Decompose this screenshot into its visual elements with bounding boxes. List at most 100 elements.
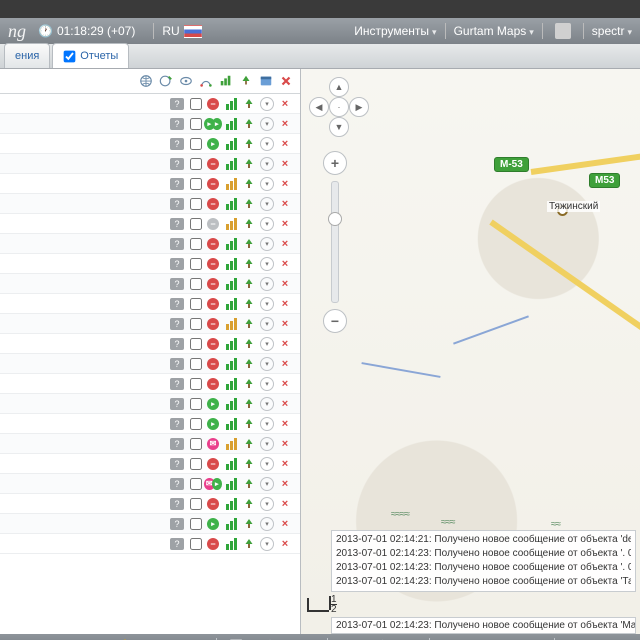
info-icon[interactable]: ? xyxy=(170,218,184,230)
unit-row[interactable]: ?× xyxy=(0,294,300,314)
col-bars-icon[interactable] xyxy=(218,73,234,89)
col-tree-icon[interactable] xyxy=(238,73,254,89)
delete-button[interactable]: × xyxy=(282,178,288,190)
unit-row[interactable]: ?× xyxy=(0,194,300,214)
delete-button[interactable]: × xyxy=(282,158,288,170)
info-icon[interactable]: ? xyxy=(170,478,184,490)
tab-messages[interactable]: ения xyxy=(4,43,50,68)
info-icon[interactable]: ? xyxy=(170,358,184,370)
unit-row[interactable]: ?× xyxy=(0,134,300,154)
unit-row[interactable]: ?× xyxy=(0,394,300,414)
row-checkbox[interactable] xyxy=(190,278,202,290)
toolbar-icon[interactable] xyxy=(555,23,571,39)
zoom-slider-thumb[interactable] xyxy=(328,212,342,226)
unit-row[interactable]: ?× xyxy=(0,254,300,274)
row-menu-button[interactable] xyxy=(260,437,274,451)
pan-up-button[interactable]: ▲ xyxy=(329,77,349,97)
delete-button[interactable]: × xyxy=(282,258,288,270)
col-globe2-icon[interactable] xyxy=(158,73,174,89)
info-icon[interactable]: ? xyxy=(170,138,184,150)
delete-button[interactable]: × xyxy=(282,138,288,150)
row-menu-button[interactable] xyxy=(260,417,274,431)
tab-reports[interactable]: Отчеты xyxy=(52,43,129,68)
info-icon[interactable]: ? xyxy=(170,378,184,390)
row-menu-button[interactable] xyxy=(260,157,274,171)
unit-row[interactable]: ?× xyxy=(0,154,300,174)
pan-right-button[interactable]: ▶ xyxy=(349,97,369,117)
pan-down-button[interactable]: ▼ xyxy=(329,117,349,137)
info-icon[interactable]: ? xyxy=(170,98,184,110)
unit-row[interactable]: ?× xyxy=(0,414,300,434)
row-checkbox[interactable] xyxy=(190,438,202,450)
delete-button[interactable]: × xyxy=(282,398,288,410)
row-checkbox[interactable] xyxy=(190,378,202,390)
unit-row[interactable]: ?× xyxy=(0,234,300,254)
info-icon[interactable]: ? xyxy=(170,318,184,330)
zoom-in-button[interactable]: + xyxy=(323,151,347,175)
unit-row[interactable]: ?× xyxy=(0,214,300,234)
delete-button[interactable]: × xyxy=(282,418,288,430)
delete-button[interactable]: × xyxy=(282,498,288,510)
info-icon[interactable]: ? xyxy=(170,178,184,190)
col-cal-icon[interactable] xyxy=(258,73,274,89)
unit-row[interactable]: ?× xyxy=(0,474,300,494)
info-icon[interactable]: ? xyxy=(170,158,184,170)
row-checkbox[interactable] xyxy=(190,298,202,310)
delete-button[interactable]: × xyxy=(282,118,288,130)
unit-row[interactable]: ?× xyxy=(0,274,300,294)
info-icon[interactable]: ? xyxy=(170,198,184,210)
row-menu-button[interactable] xyxy=(260,497,274,511)
row-menu-button[interactable] xyxy=(260,117,274,131)
info-icon[interactable]: ? xyxy=(170,458,184,470)
unit-row[interactable]: ?× xyxy=(0,174,300,194)
delete-button[interactable]: × xyxy=(282,338,288,350)
pan-left-button[interactable]: ◀ xyxy=(309,97,329,117)
unit-row[interactable]: ?× xyxy=(0,454,300,474)
delete-button[interactable]: × xyxy=(282,538,288,550)
row-menu-button[interactable] xyxy=(260,317,274,331)
row-checkbox[interactable] xyxy=(190,418,202,430)
info-icon[interactable]: ? xyxy=(170,118,184,130)
row-checkbox[interactable] xyxy=(190,398,202,410)
info-icon[interactable]: ? xyxy=(170,398,184,410)
row-menu-button[interactable] xyxy=(260,357,274,371)
row-checkbox[interactable] xyxy=(190,318,202,330)
unit-row[interactable]: ?× xyxy=(0,374,300,394)
info-icon[interactable]: ? xyxy=(170,538,184,550)
row-checkbox[interactable] xyxy=(190,98,202,110)
row-menu-button[interactable] xyxy=(260,377,274,391)
row-menu-button[interactable] xyxy=(260,337,274,351)
tab-reports-checkbox[interactable] xyxy=(64,50,76,62)
map-pane[interactable]: М-53 М53 Тяжинский ≈≈≈≈ ≈≈≈ ≈≈ ▲ ◀ · ▶ ▼ xyxy=(301,69,640,634)
unit-row[interactable]: ?× xyxy=(0,494,300,514)
unit-row[interactable]: ?× xyxy=(0,94,300,114)
user-menu[interactable]: spectr xyxy=(592,24,632,38)
row-menu-button[interactable] xyxy=(260,397,274,411)
row-menu-button[interactable] xyxy=(260,517,274,531)
pan-center-button[interactable]: · xyxy=(329,97,349,117)
row-menu-button[interactable] xyxy=(260,277,274,291)
units-grid-body[interactable]: ?×?×?×?×?×?×?×?×?×?×?×?×?×?×?×?×?×?×?×?×… xyxy=(0,94,300,634)
delete-button[interactable]: × xyxy=(282,278,288,290)
info-icon[interactable]: ? xyxy=(170,418,184,430)
unit-row[interactable]: ?× xyxy=(0,314,300,334)
row-menu-button[interactable] xyxy=(260,457,274,471)
row-menu-button[interactable] xyxy=(260,217,274,231)
delete-button[interactable]: × xyxy=(282,298,288,310)
info-icon[interactable]: ? xyxy=(170,238,184,250)
zoom-out-button[interactable]: − xyxy=(323,309,347,333)
row-menu-button[interactable] xyxy=(260,177,274,191)
delete-button[interactable]: × xyxy=(282,318,288,330)
tools-dropdown[interactable]: Инструменты xyxy=(354,24,436,38)
row-checkbox[interactable] xyxy=(190,218,202,230)
row-menu-button[interactable] xyxy=(260,257,274,271)
flag-ru-icon[interactable] xyxy=(184,25,202,38)
row-checkbox[interactable] xyxy=(190,478,202,490)
row-checkbox[interactable] xyxy=(190,458,202,470)
delete-button[interactable]: × xyxy=(282,98,288,110)
unit-row[interactable]: ?× xyxy=(0,334,300,354)
unit-row[interactable]: ?× xyxy=(0,534,300,554)
row-checkbox[interactable] xyxy=(190,238,202,250)
delete-button[interactable]: × xyxy=(282,438,288,450)
row-menu-button[interactable] xyxy=(260,197,274,211)
